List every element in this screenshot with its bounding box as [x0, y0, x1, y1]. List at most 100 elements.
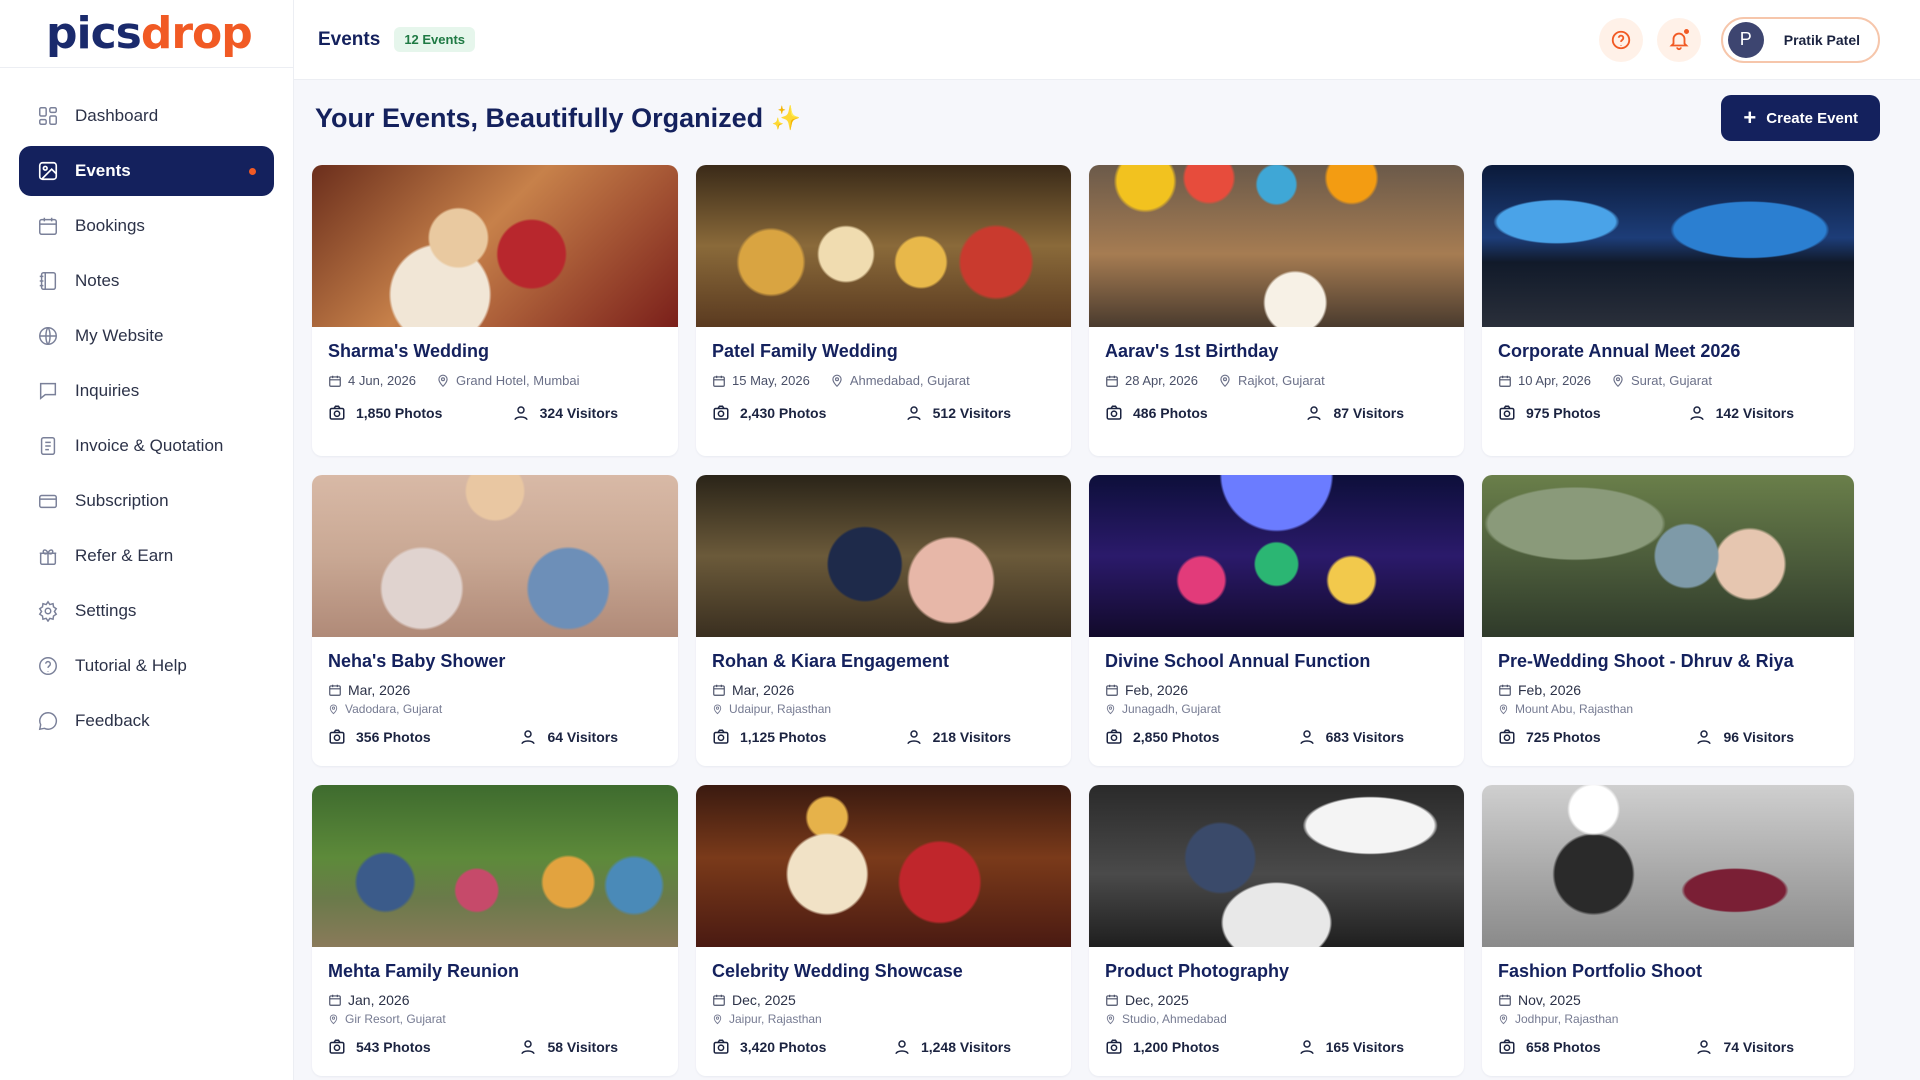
- help-button[interactable]: [1598, 17, 1643, 62]
- event-cover-photo: [1089, 475, 1464, 637]
- event-date: 28 Apr, 2026: [1125, 373, 1199, 388]
- sidebar-item-feedback[interactable]: Feedback: [19, 696, 274, 746]
- sidebar-item-dashboard[interactable]: Dashboard: [19, 91, 274, 141]
- event-photos-count: 356 Photos: [356, 729, 431, 745]
- camera-icon: [713, 405, 729, 420]
- event-photos-count: 975 Photos: [1526, 405, 1601, 421]
- calendar-icon: [329, 375, 341, 387]
- calendar-icon: [329, 684, 341, 696]
- sidebar-item-label: Notes: [75, 271, 120, 290]
- event-title: Sharma's Wedding: [328, 341, 489, 361]
- globe-icon: [39, 327, 57, 345]
- sparkle-icon: ✨: [771, 104, 801, 132]
- event-cover-photo: [1089, 785, 1464, 947]
- notifications-button[interactable]: [1656, 17, 1701, 62]
- event-card[interactable]: Corporate Annual Meet 2026 10 Apr, 2026 …: [1482, 165, 1854, 456]
- calendar-icon: [329, 994, 341, 1006]
- sidebar-item-inquiries[interactable]: Inquiries: [19, 366, 274, 416]
- create-event-label: Create Event: [1766, 109, 1858, 127]
- sidebar-item-label: Events: [75, 161, 131, 180]
- sidebar-item-settings[interactable]: Settings: [19, 586, 274, 636]
- event-cover-photo: [312, 475, 678, 637]
- event-card[interactable]: Rohan & Kiara Engagement Mar, 2026 Udaip…: [696, 475, 1071, 766]
- event-visitors-count: 683 Visitors: [1325, 729, 1404, 745]
- event-photos-count: 486 Photos: [1133, 405, 1208, 421]
- sidebar-item-invoice-quotation[interactable]: Invoice & Quotation: [19, 421, 274, 471]
- user-icon: [1299, 1040, 1314, 1055]
- calendar-icon: [1499, 684, 1511, 696]
- event-photos-count: 3,420 Photos: [740, 1039, 827, 1055]
- event-visitors-count: 512 Visitors: [932, 405, 1011, 421]
- sidebar-item-label: Invoice & Quotation: [75, 436, 224, 455]
- event-cover-photo: [312, 785, 678, 947]
- event-visitors-count: 142 Visitors: [1715, 405, 1794, 421]
- event-date: Feb, 2026: [1518, 682, 1582, 698]
- event-card[interactable]: Neha's Baby Shower Mar, 2026 Vadodara, G…: [312, 475, 678, 766]
- event-title: Corporate Annual Meet 2026: [1498, 341, 1741, 361]
- event-card[interactable]: Fashion Portfolio Shoot Nov, 2025 Jodhpu…: [1482, 785, 1854, 1076]
- event-card[interactable]: Sharma's Wedding 4 Jun, 2026 Grand Hotel…: [312, 165, 678, 456]
- event-date: Mar, 2026: [348, 682, 411, 698]
- sidebar-item-bookings[interactable]: Bookings: [19, 201, 274, 251]
- event-date: Feb, 2026: [1125, 682, 1189, 698]
- calendar-icon: [1106, 684, 1118, 696]
- location-pin-icon: [832, 374, 842, 387]
- calendar-icon: [713, 684, 725, 696]
- location-pin-icon: [1220, 374, 1230, 387]
- event-title: Neha's Baby Shower: [328, 651, 506, 671]
- sidebar-item-label: Refer & Earn: [75, 546, 174, 565]
- event-location: Jodhpur, Rajasthan: [1515, 1012, 1619, 1026]
- sidebar-item-events[interactable]: Events: [19, 146, 274, 196]
- camera-icon: [1499, 729, 1515, 744]
- event-visitors-count: 165 Visitors: [1325, 1039, 1404, 1055]
- event-photos-count: 725 Photos: [1526, 729, 1601, 745]
- plus-icon: +: [1743, 105, 1757, 130]
- event-photos-count: 2,850 Photos: [1133, 729, 1220, 745]
- event-cover-photo: [1089, 165, 1464, 327]
- event-visitors-count: 58 Visitors: [547, 1039, 618, 1055]
- page-heading-row: Your Events, Beautifully Organized ✨ + C…: [294, 80, 1920, 156]
- event-card[interactable]: Product Photography Dec, 2025 Studio, Ah…: [1089, 785, 1464, 1076]
- event-title: Pre-Wedding Shoot - Dhruv & Riya: [1498, 651, 1794, 671]
- event-date: Jan, 2026: [348, 992, 410, 1008]
- event-location: Mount Abu, Rajasthan: [1515, 702, 1634, 716]
- event-card[interactable]: Mehta Family Reunion Jan, 2026 Gir Resor…: [312, 785, 678, 1076]
- event-location: Grand Hotel, Mumbai: [455, 373, 580, 388]
- events-grid: Sharma's Wedding 4 Jun, 2026 Grand Hotel…: [312, 165, 1854, 1076]
- location-pin-icon: [1106, 1014, 1115, 1024]
- location-pin-icon: [329, 1014, 338, 1024]
- event-cover-photo: [1482, 785, 1854, 947]
- event-location: Rajkot, Gujarat: [1238, 373, 1325, 388]
- user-icon: [906, 730, 921, 745]
- event-visitors-count: 1,248 Visitors: [920, 1039, 1011, 1055]
- sidebar-item-notes[interactable]: Notes: [19, 256, 274, 306]
- event-title: Rohan & Kiara Engagement: [712, 651, 950, 671]
- location-pin-icon: [713, 704, 722, 714]
- notification-dot: [1681, 26, 1691, 36]
- document-icon: [40, 437, 56, 455]
- event-card[interactable]: Celebrity Wedding Showcase Dec, 2025 Jai…: [696, 785, 1071, 1076]
- create-event-button[interactable]: + Create Event: [1721, 95, 1880, 141]
- user-icon: [1697, 1040, 1712, 1055]
- event-card[interactable]: Patel Family Wedding 15 May, 2026 Ahmeda…: [696, 165, 1071, 456]
- sidebar-item-my-website[interactable]: My Website: [19, 311, 274, 361]
- help-circle-icon: [39, 657, 57, 675]
- event-card[interactable]: Aarav's 1st Birthday 28 Apr, 2026 Rajkot…: [1089, 165, 1464, 456]
- user-profile-menu[interactable]: P Pratik Patel: [1720, 16, 1880, 63]
- event-location: Ahmedabad, Gujarat: [849, 373, 970, 388]
- event-photos-count: 1,200 Photos: [1133, 1039, 1220, 1055]
- camera-icon: [713, 1039, 729, 1054]
- event-cover-photo: [696, 165, 1071, 327]
- sidebar-item-refer-earn[interactable]: Refer & Earn: [19, 531, 274, 581]
- event-cover-photo: [312, 165, 678, 327]
- sidebar-item-subscription[interactable]: Subscription: [19, 476, 274, 526]
- event-card[interactable]: Pre-Wedding Shoot - Dhruv & Riya Feb, 20…: [1482, 475, 1854, 766]
- sidebar-item-label: Inquiries: [75, 381, 140, 400]
- event-card[interactable]: Divine School Annual Function Feb, 2026 …: [1089, 475, 1464, 766]
- sidebar-item-label: Feedback: [75, 711, 150, 730]
- calendar-icon: [1499, 375, 1511, 387]
- credit-card-icon: [39, 494, 57, 509]
- sidebar-item-tutorial-help[interactable]: Tutorial & Help: [19, 641, 274, 691]
- event-title: Patel Family Wedding: [712, 341, 898, 361]
- brand-logo[interactable]: pics drop: [0, 0, 293, 68]
